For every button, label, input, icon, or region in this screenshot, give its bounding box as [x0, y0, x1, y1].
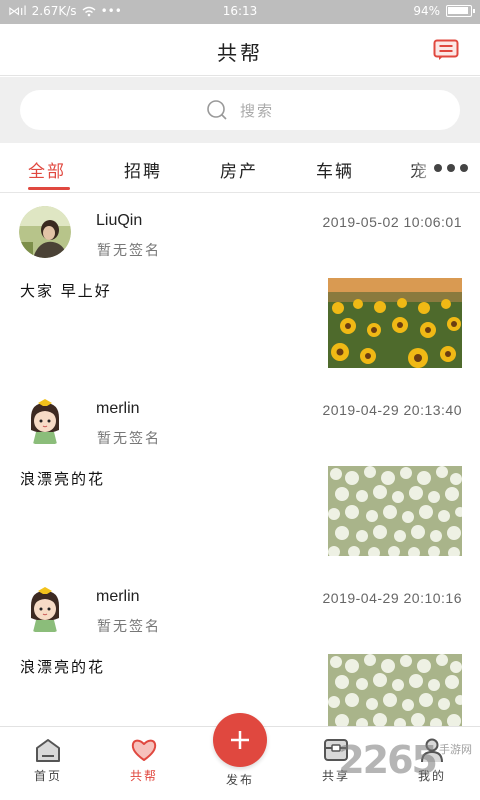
post-content: 浪漂亮的花 [20, 470, 106, 488]
battery-icon [446, 5, 475, 17]
avatar[interactable] [19, 582, 71, 634]
page-title: 共帮 [217, 41, 263, 65]
bottom-nav: 首页 共帮 发布 共享 我的 2265 手游网 [0, 713, 480, 800]
nav-gongbang-label: 共帮 [129, 769, 158, 783]
post-username[interactable]: LiuQin [96, 212, 142, 230]
publish-button[interactable] [213, 713, 267, 767]
avatar[interactable] [19, 206, 71, 258]
message-icon[interactable] [433, 39, 459, 61]
search-area: 搜索 [0, 77, 480, 143]
post-time: 2019-05-02 10:06:01 [322, 214, 462, 230]
category-tabs: 全部 招聘 房产 车辆 宠 [0, 143, 480, 193]
nav-home-label: 首页 [33, 769, 62, 783]
post-signature: 暂无签名 [97, 431, 161, 447]
active-tab-indicator [28, 187, 70, 190]
post-username[interactable]: merlin [96, 400, 140, 418]
post-content: 浪漂亮的花 [20, 658, 106, 676]
status-bar: ⋈ıl 2.67K/s ••• 16:13 94% [0, 0, 480, 24]
tab-real-estate[interactable]: 房产 [220, 157, 258, 182]
post-photo-jasmine[interactable] [328, 654, 462, 726]
post-username[interactable]: merlin [96, 588, 140, 606]
post-item[interactable]: LiuQin 暂无签名 2019-05-02 10:06:01 大家 早上好 [0, 194, 480, 382]
heart-icon [131, 739, 157, 761]
tab-recruitment[interactable]: 招聘 [124, 157, 162, 182]
post-time: 2019-04-29 20:10:16 [322, 590, 462, 606]
post-signature: 暂无签名 [97, 619, 161, 635]
post-item[interactable]: merlin 暂无签名 2019-04-29 20:13:40 浪漂亮的花 [0, 382, 480, 570]
title-bar: 共帮 [0, 24, 480, 76]
search-placeholder: 搜索 [239, 101, 274, 120]
post-time: 2019-04-29 20:13:40 [322, 402, 462, 418]
avatar[interactable] [19, 394, 71, 446]
watermark-logo: 2265 手游网 [338, 738, 472, 782]
post-photo-jasmine[interactable] [328, 466, 462, 556]
post-feed[interactable]: LiuQin 暂无签名 2019-05-02 10:06:01 大家 早上好 m… [0, 194, 480, 726]
plus-icon [231, 731, 249, 749]
post-item[interactable]: merlin 暂无签名 2019-04-29 20:10:16 浪漂亮的花 [0, 570, 480, 726]
status-time: 16:13 [222, 4, 258, 18]
tab-vehicles[interactable]: 车辆 [316, 157, 354, 182]
nav-gongbang[interactable]: 共帮 [114, 737, 174, 784]
home-icon [36, 739, 60, 762]
post-content: 大家 早上好 [20, 282, 112, 300]
more-tabs-icon[interactable] [434, 164, 468, 172]
battery-level: 94% [413, 4, 440, 18]
tab-all[interactable]: 全部 [28, 157, 66, 182]
post-signature: 暂无签名 [97, 243, 161, 259]
search-input[interactable]: 搜索 [20, 90, 460, 130]
nav-publish-label[interactable]: 发布 [210, 771, 270, 788]
post-photo-sunflowers[interactable] [328, 278, 462, 368]
search-icon [207, 100, 227, 120]
nav-home[interactable]: 首页 [18, 737, 78, 784]
